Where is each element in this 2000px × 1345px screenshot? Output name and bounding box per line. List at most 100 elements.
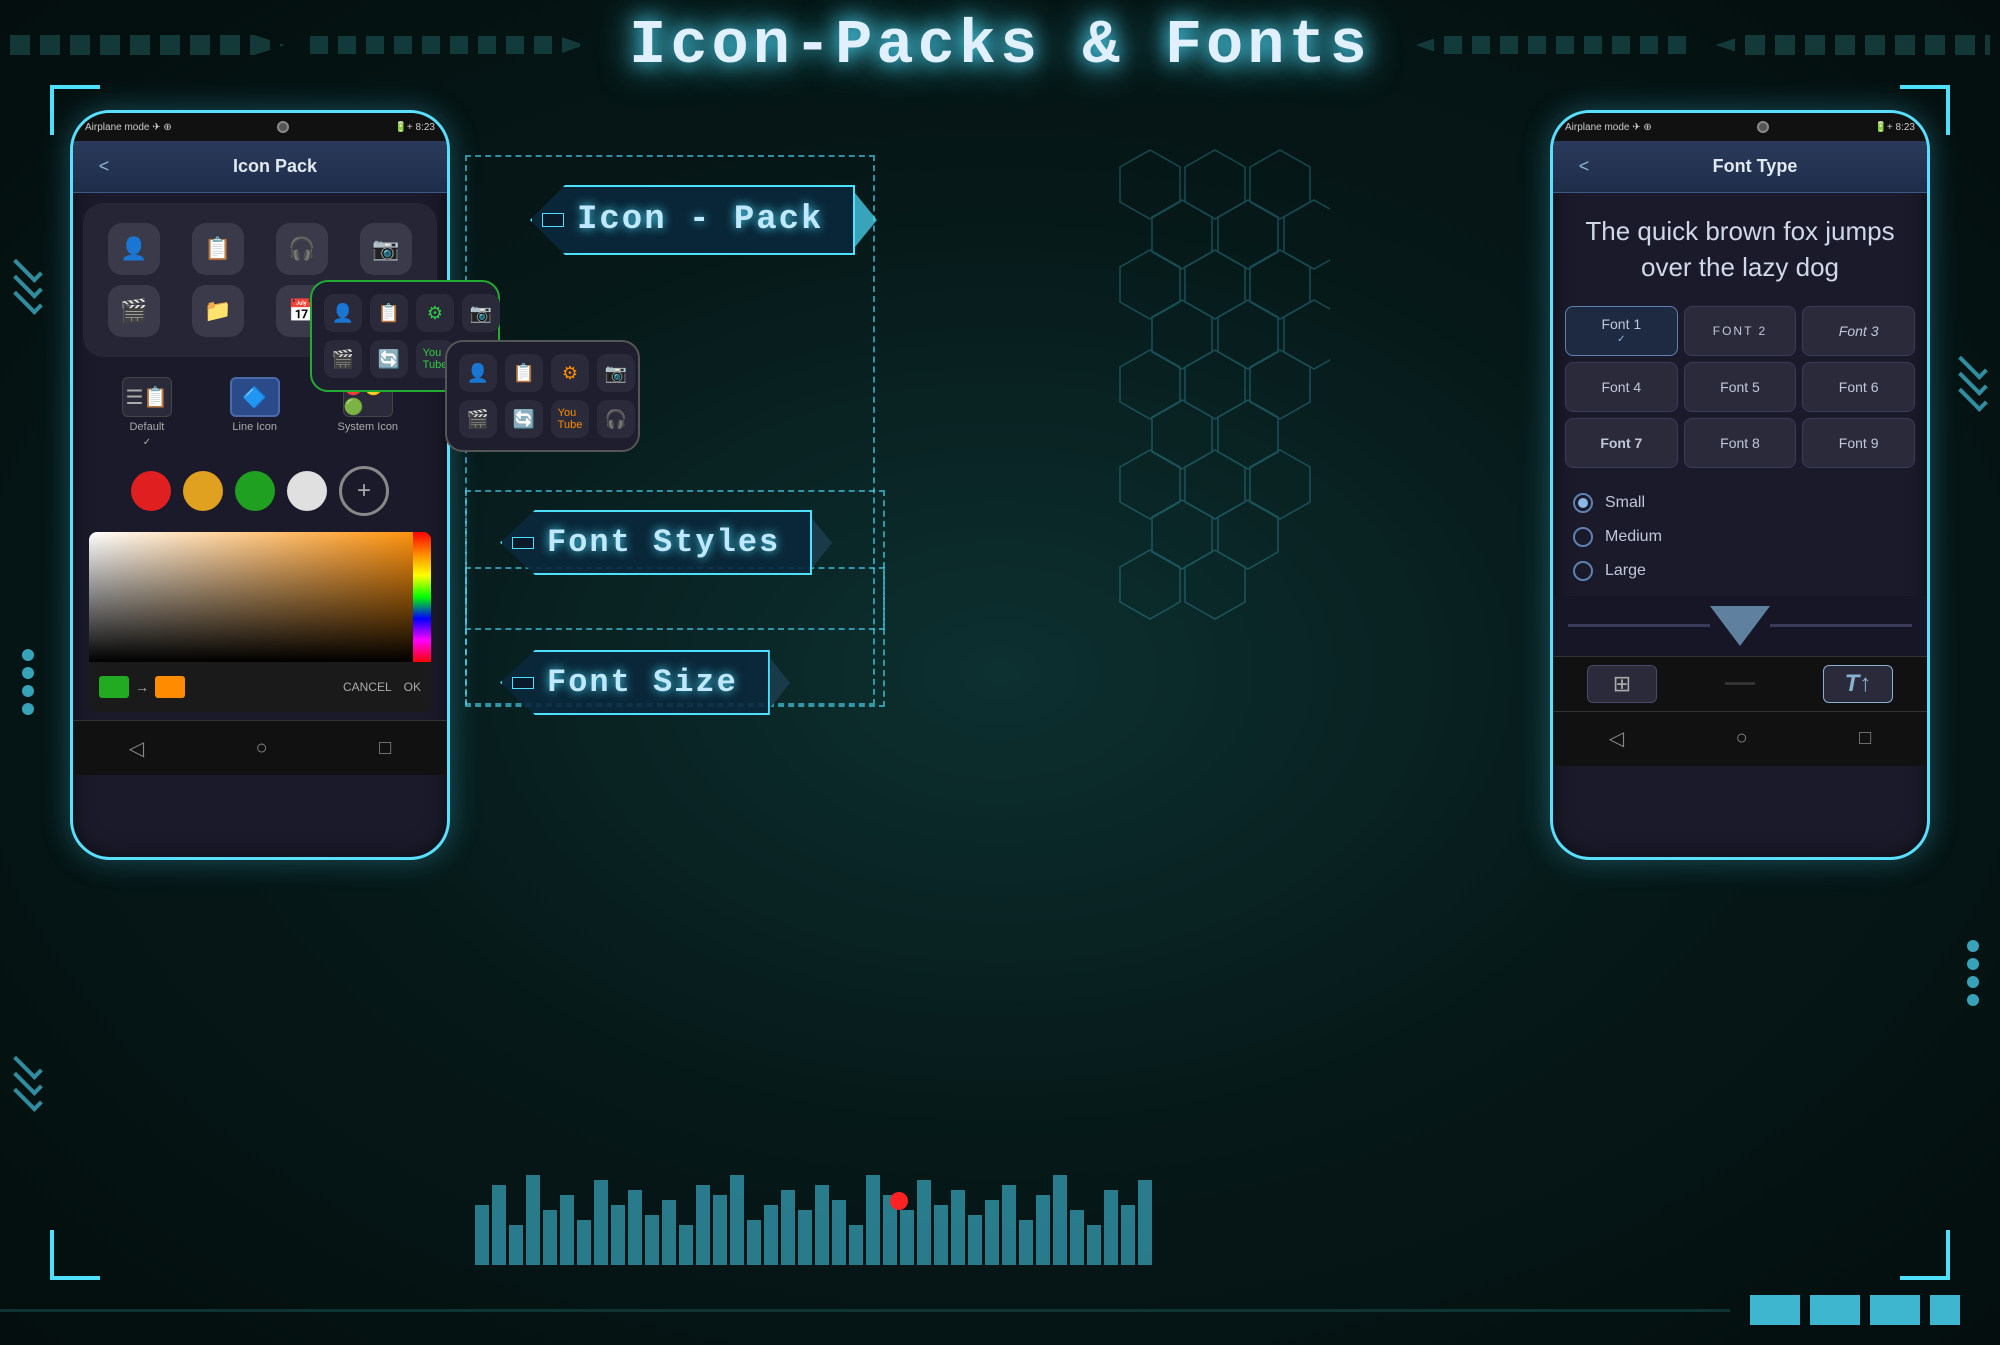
dot-v-3	[22, 685, 34, 697]
icon-type-line-box: 🔷	[230, 377, 280, 417]
icon-type-default[interactable]: ☰📋 Default ✓	[122, 377, 172, 448]
right-home-nav-icon[interactable]: ○	[1736, 727, 1748, 750]
right-header-title: Font Type	[1599, 156, 1911, 177]
red-dot	[890, 1192, 908, 1210]
dot-3	[1870, 1295, 1920, 1325]
right-recent-nav-icon[interactable]: □	[1859, 727, 1871, 750]
icon-pack-label-container: Icon - Pack	[530, 185, 877, 255]
orange-icon-popup: 👤 📋 ⚙ 📷 🎬 🔄 YouTube 🎧	[445, 340, 640, 452]
font-styles-label: Font Styles	[547, 524, 780, 561]
eq-bar-5	[560, 1195, 574, 1265]
left-back-button[interactable]: <	[89, 152, 119, 182]
size-small[interactable]: Small	[1573, 493, 1907, 513]
equalizer	[475, 1165, 1320, 1265]
size-medium-label: Medium	[1605, 528, 1662, 546]
font-toolbar-icon: T↑	[1845, 670, 1872, 698]
radio-small[interactable]	[1573, 493, 1593, 513]
g-icon-5: 🎬	[324, 340, 362, 378]
o-icon-1: 👤	[459, 354, 497, 392]
font-6-button[interactable]: Font 6	[1802, 362, 1915, 412]
icon-pack-toolbar-icon: ⊞	[1613, 671, 1631, 697]
radio-small-fill	[1578, 498, 1588, 508]
left-chevrons-2	[13, 1059, 43, 1103]
eq-bar-12	[679, 1225, 693, 1265]
slider-triangle[interactable]	[1710, 606, 1770, 646]
toolbar-icon-button[interactable]: ⊞	[1587, 665, 1657, 703]
eq-bar-31	[1002, 1185, 1016, 1265]
eq-bar-23	[866, 1175, 880, 1265]
right-chevrons	[1958, 359, 1988, 403]
eq-bar-8	[611, 1205, 625, 1265]
add-color-button[interactable]: +	[339, 466, 389, 516]
font-2-button[interactable]: FONT 2	[1684, 306, 1797, 356]
eq-bar-15	[730, 1175, 744, 1265]
darkness-gradient	[89, 532, 431, 662]
hue-strip[interactable]	[413, 532, 431, 662]
font-8-button[interactable]: Font 8	[1684, 418, 1797, 468]
font-9-button[interactable]: Font 9	[1802, 418, 1915, 468]
eq-bar-27	[934, 1205, 948, 1265]
eq-bar-28	[951, 1190, 965, 1265]
right-bottom-toolbar: ⊞ T↑	[1553, 656, 1927, 711]
default-label: Default	[129, 421, 164, 433]
color-yellow[interactable]	[183, 471, 223, 511]
eq-bar-13	[696, 1185, 710, 1265]
font-9-label: Font 9	[1839, 435, 1879, 451]
font-5-label: Font 5	[1720, 379, 1760, 395]
left-phone: Airplane mode ✈ ⊕ 🔋+ 8:23 < Icon Pack 👤 …	[70, 110, 450, 860]
right-status-right: 🔋+ 8:23	[1874, 122, 1915, 133]
cancel-button[interactable]: CANCEL	[343, 680, 392, 694]
eq-bar-21	[832, 1200, 846, 1265]
right-back-nav-icon[interactable]: ◁	[1609, 726, 1624, 751]
eq-bar-4	[543, 1210, 557, 1265]
top-border: Icon-Packs & Fonts	[0, 0, 2000, 90]
left-status-left: Airplane mode ✈ ⊕	[85, 122, 172, 133]
right-status-bar: Airplane mode ✈ ⊕ 🔋+ 8:23	[1553, 113, 1927, 141]
back-nav-icon[interactable]: ◁	[129, 736, 144, 761]
color-red[interactable]	[131, 471, 171, 511]
page-title: Icon-Packs & Fonts	[599, 10, 1401, 81]
g-icon-1: 👤	[324, 294, 362, 332]
dot-4	[1930, 1295, 1960, 1325]
left-dots	[22, 649, 34, 715]
font-4-button[interactable]: Font 4	[1565, 362, 1678, 412]
right-dots	[1967, 940, 1979, 1006]
font-3-button[interactable]: Font 3	[1802, 306, 1915, 356]
dot-2	[1810, 1295, 1860, 1325]
color-gradient-area[interactable]	[89, 532, 431, 662]
home-nav-icon[interactable]: ○	[256, 737, 268, 760]
ok-button[interactable]: OK	[404, 680, 421, 694]
size-medium[interactable]: Medium	[1573, 527, 1907, 547]
o-icon-7: YouTube	[551, 400, 589, 438]
size-large[interactable]: Large	[1573, 561, 1907, 581]
size-large-label: Large	[1605, 562, 1646, 580]
color-picker[interactable]: → CANCEL OK	[89, 532, 431, 712]
g-icon-4: 📷	[462, 294, 500, 332]
dot-v-2	[22, 667, 34, 679]
font-5-button[interactable]: Font 5	[1684, 362, 1797, 412]
o-icon-6: 🔄	[505, 400, 543, 438]
font-grid: Font 1 ✓ FONT 2 Font 3 Font 4 Font 5 Fon…	[1553, 296, 1927, 478]
right-back-button[interactable]: <	[1569, 152, 1599, 182]
color-green[interactable]	[235, 471, 275, 511]
toolbar-font-button[interactable]: T↑	[1823, 665, 1893, 703]
size-small-label: Small	[1605, 494, 1645, 512]
left-phone-header: < Icon Pack	[73, 141, 447, 193]
icon-contacts: 👤	[108, 223, 160, 275]
eq-bar-39	[1138, 1180, 1152, 1265]
dot-1	[1750, 1295, 1800, 1325]
eq-bar-25	[900, 1210, 914, 1265]
radio-medium[interactable]	[1573, 527, 1593, 547]
eq-bar-26	[917, 1180, 931, 1265]
font-1-button[interactable]: Font 1 ✓	[1565, 306, 1678, 356]
r-dot-1	[1967, 940, 1979, 952]
eq-bar-38	[1121, 1205, 1135, 1265]
color-white[interactable]	[287, 471, 327, 511]
icon-type-line[interactable]: 🔷 Line Icon	[230, 377, 280, 448]
left-header-title: Icon Pack	[119, 156, 431, 177]
radio-large[interactable]	[1573, 561, 1593, 581]
font-7-button[interactable]: Font 7	[1565, 418, 1678, 468]
font-7-label: Font 7	[1600, 435, 1642, 451]
eq-bar-0	[475, 1205, 489, 1265]
recent-nav-icon[interactable]: □	[379, 737, 391, 760]
